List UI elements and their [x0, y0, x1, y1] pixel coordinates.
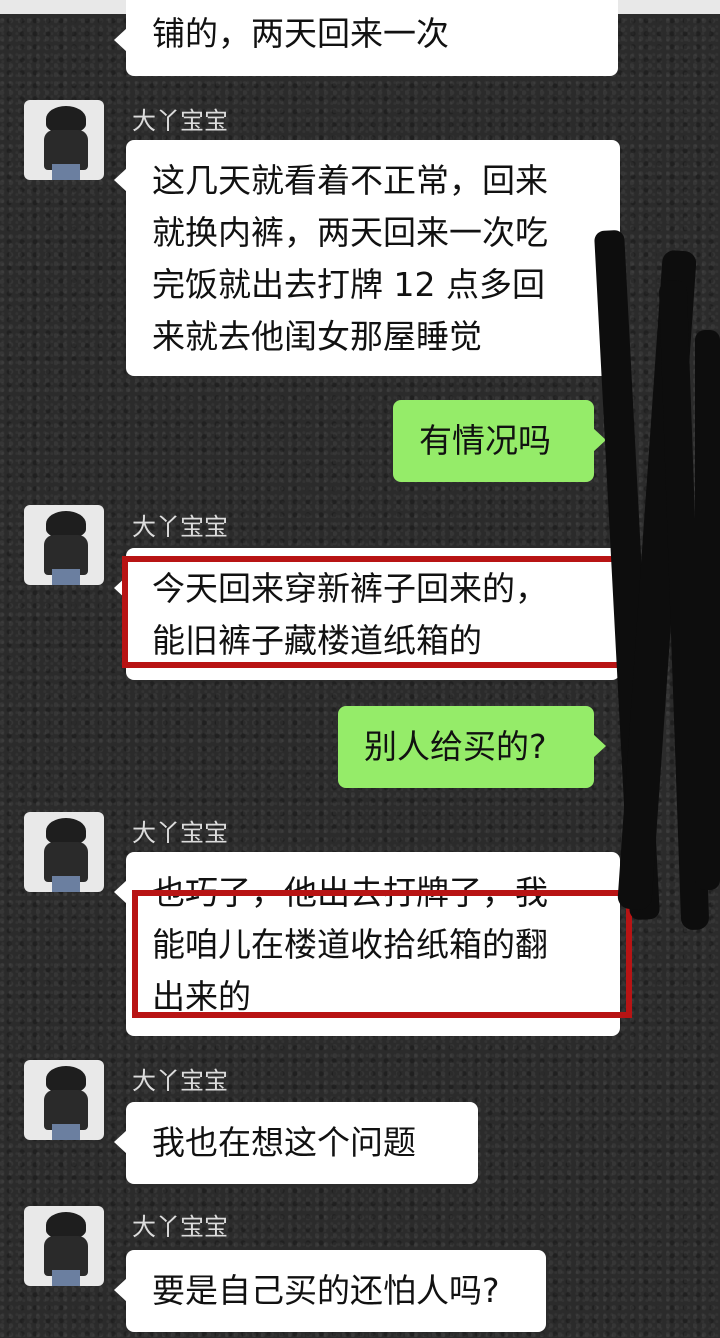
- sender-name: 大丫宝宝: [132, 107, 228, 135]
- contact-avatar[interactable]: [24, 100, 104, 180]
- message-bubble-incoming[interactable]: 这几天就看着不正常，回来 就换内裤，两天回来一次吃 完饭就出去打牌 12 点多回…: [114, 140, 620, 376]
- message-bubble-incoming[interactable]: 铺的，两天回来一次: [114, 0, 618, 76]
- message-bubble-outgoing[interactable]: 别人给买的?: [338, 706, 606, 788]
- sender-name: 大丫宝宝: [132, 819, 228, 847]
- sender-name: 大丫宝宝: [132, 513, 228, 541]
- message-bubble-incoming[interactable]: 要是自己买的还怕人吗?: [114, 1250, 546, 1332]
- contact-avatar[interactable]: [24, 1060, 104, 1140]
- contact-avatar[interactable]: [24, 1206, 104, 1286]
- sender-name: 大丫宝宝: [132, 1213, 228, 1241]
- message-bubble-incoming[interactable]: 我也在想这个问题: [114, 1102, 478, 1184]
- highlight-box: [122, 556, 630, 668]
- highlight-box: [132, 890, 632, 1018]
- redaction-scribble: [695, 330, 720, 890]
- sender-name: 大丫宝宝: [132, 1067, 228, 1095]
- message-bubble-outgoing[interactable]: 有情况吗: [393, 400, 606, 482]
- contact-avatar[interactable]: [24, 812, 104, 892]
- contact-avatar[interactable]: [24, 505, 104, 585]
